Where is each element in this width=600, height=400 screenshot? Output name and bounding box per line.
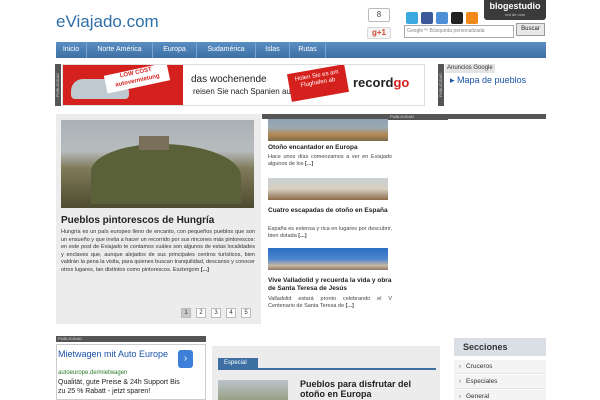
pager-2[interactable]: 2 [196, 308, 206, 318]
special-tab[interactable]: Especial [218, 358, 258, 368]
article-thumb-3[interactable] [268, 248, 388, 270]
bottom-ad-text: Qualität, gute Preise & 24h Support Bis … [58, 379, 180, 395]
pager-1[interactable]: 1 [181, 308, 191, 318]
nav-europa[interactable]: Europa [153, 42, 197, 58]
article-more-3[interactable]: [...] [346, 303, 354, 309]
featured-title[interactable]: Pueblos pintorescos de Hungría [61, 215, 214, 226]
article-title-3[interactable]: Vive Valladolid y recuerda la vida y obr… [268, 277, 393, 293]
nav-rutas[interactable]: Rutas [290, 42, 326, 58]
article-thumb-2[interactable] [268, 178, 388, 200]
page: eViajado.com 8 g+1 blogestudio red de oc… [0, 0, 600, 400]
brand-tagline: red de ocio [505, 12, 525, 17]
publicidad-area [388, 120, 546, 320]
banner-headline: das wochenende [191, 74, 267, 85]
chevron-right-icon[interactable]: › [178, 350, 193, 368]
ad-side-label-right: PUBLICIDAD [438, 64, 444, 106]
special-image[interactable] [218, 380, 288, 400]
main-nav: Inicio Norte América Europa Sudamérica I… [56, 42, 546, 58]
banner-subline: reisen Sie nach Spanien aus! [193, 87, 298, 96]
article-more-2[interactable]: [...] [298, 233, 306, 239]
featured-description: Hungría es un país europeo lleno de enca… [61, 229, 255, 274]
gplus-button[interactable]: g+1 [367, 27, 391, 39]
bottom-ad-title[interactable]: Mietwagen mit Auto Europe [58, 349, 178, 359]
google-ad-link-text: Mapa de pueblos [457, 75, 527, 85]
article-desc-1: Hace unos días comenzamos a ver en Eviaj… [268, 154, 392, 168]
featured-text: Hungría es un país europeo lleno de enca… [61, 229, 255, 273]
nav-islas[interactable]: Islas [256, 42, 290, 58]
banner-brand-suffix: go [393, 75, 410, 90]
pager-5[interactable]: 5 [241, 308, 251, 318]
featured-hill [91, 144, 241, 204]
like-count: 8 [368, 8, 390, 22]
featured-more-link[interactable]: [...] [201, 267, 209, 273]
bottom-ad-url[interactable]: autoeurope.de/mietwagen [58, 370, 127, 376]
banner-ad[interactable]: LOW COST autovermietung das wochenende r… [62, 64, 425, 106]
banner-brand-name: record [353, 75, 394, 90]
delicious-icon[interactable] [451, 12, 463, 24]
brand-name: blogestudio [489, 1, 541, 11]
special-divider [218, 368, 436, 370]
featured-image[interactable] [61, 120, 254, 208]
secciones-title: Secciones [454, 338, 546, 356]
ad-side-label: PUBLICIDAD [55, 64, 61, 106]
featured-castle [139, 136, 169, 150]
secciones-item-cruceros[interactable]: Cruceros [454, 360, 546, 374]
article-text-3: Valladolid estará pronto celebrando el V… [268, 296, 392, 309]
pager-3[interactable]: 3 [211, 308, 221, 318]
article-title-2[interactable]: Cuatro escapadas de otoño en España [268, 207, 393, 215]
site-logo[interactable]: eViajado.com [56, 12, 159, 32]
facebook-icon[interactable] [421, 12, 433, 24]
secciones-item-especiales[interactable]: Especiales [454, 375, 546, 389]
secciones-item-general[interactable]: General [454, 390, 546, 400]
google-ads-label[interactable]: Anuncios Google [445, 64, 495, 73]
rss-icon[interactable] [466, 12, 478, 24]
article-desc-3: Valladolid estará pronto celebrando el V… [268, 296, 392, 310]
article-title-1[interactable]: Otoño encantador en Europa [268, 144, 393, 152]
nav-inicio[interactable]: Inicio [56, 42, 87, 58]
bottom-publicidad-label: PUBLICIDAD [56, 336, 206, 342]
meneame-icon[interactable] [436, 12, 448, 24]
search-button[interactable]: Buscar [516, 23, 545, 36]
blogestudio-logo[interactable]: blogestudio red de ocio [484, 0, 546, 20]
pager-4[interactable]: 4 [226, 308, 236, 318]
article-text-2: España es extensa y rica en lugares por … [268, 226, 392, 239]
search-input[interactable]: Google™ Búsqueda personalizada [404, 25, 514, 38]
nav-norte-america[interactable]: Norte América [87, 42, 153, 58]
article-desc-2: España es extensa y rica en lugares por … [268, 226, 392, 240]
special-title[interactable]: Pueblos para disfrutar del otoño en Euro… [300, 379, 436, 399]
banner-brand: recordgo [353, 73, 417, 93]
article-thumb-1[interactable] [268, 119, 388, 141]
twitter-icon[interactable] [406, 12, 418, 24]
banner-stamp: Holen Sie es am Flughafen ab [287, 65, 349, 102]
article-text-1: Hace unos días comenzamos a ver en Eviaj… [268, 154, 392, 167]
google-ad-link[interactable]: ▸ Mapa de pueblos [450, 75, 526, 86]
article-more-1[interactable]: [...] [305, 161, 313, 167]
nav-sudamerica[interactable]: Sudamérica [197, 42, 256, 58]
